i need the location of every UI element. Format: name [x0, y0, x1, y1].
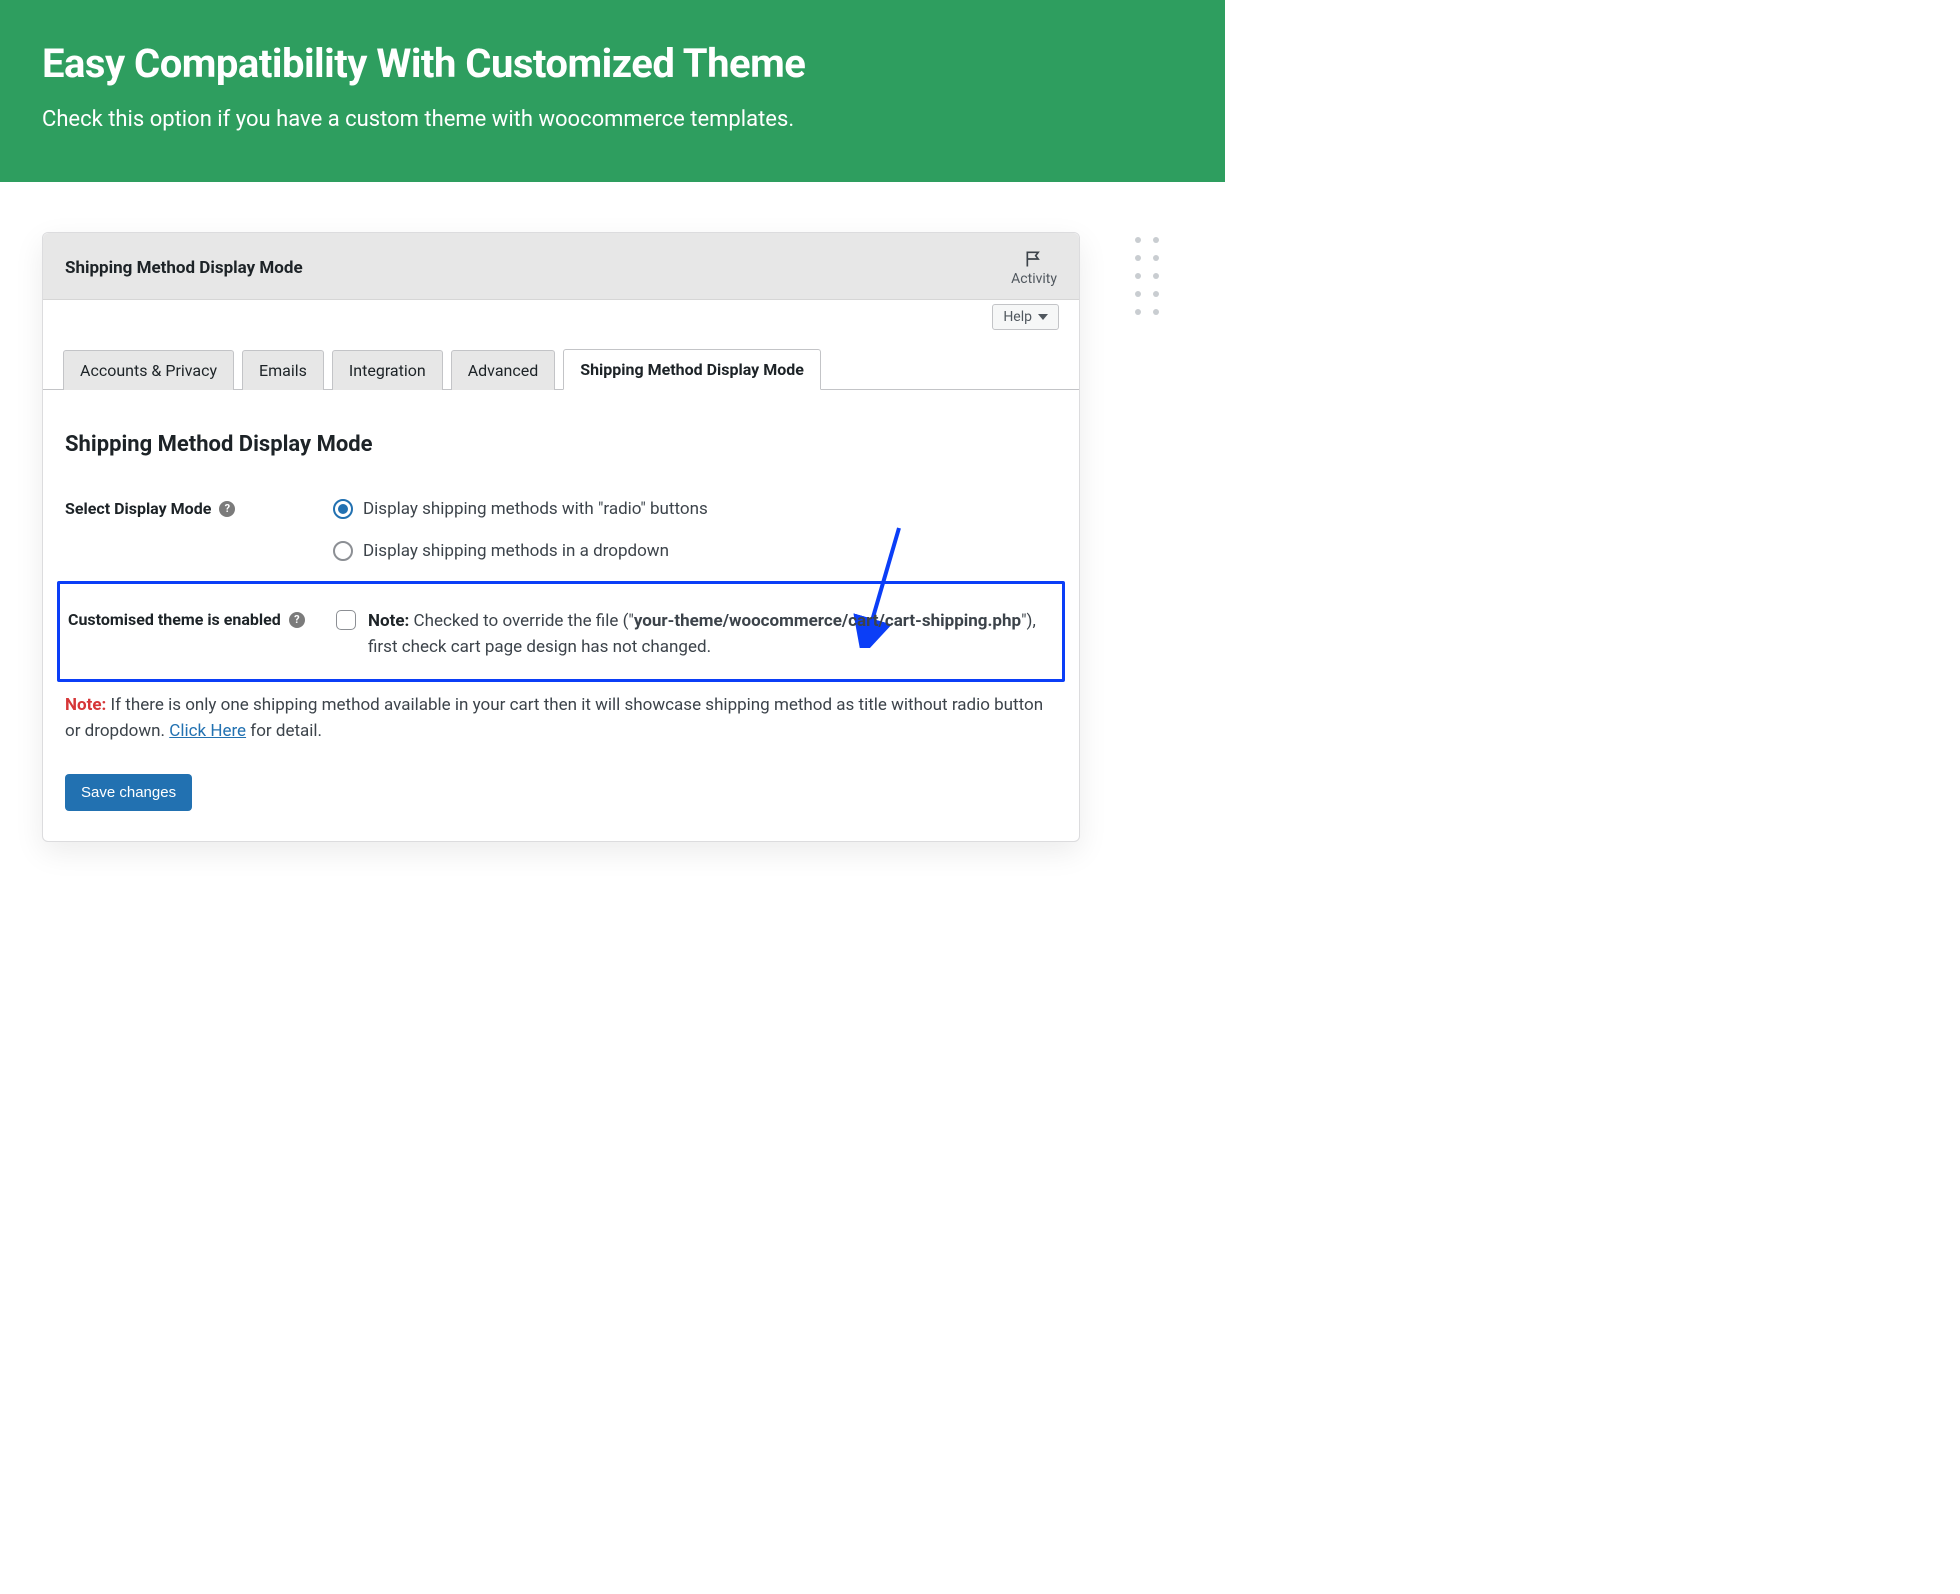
help-dropdown[interactable]: Help: [992, 304, 1059, 330]
section-heading: Shipping Method Display Mode: [65, 432, 1057, 457]
tab-advanced[interactable]: Advanced: [451, 350, 556, 390]
option-label: Display shipping methods with "radio" bu…: [363, 499, 708, 519]
settings-content: Shipping Method Display Mode Select Disp…: [43, 390, 1079, 841]
note-text-1: Checked to override the file (": [409, 611, 634, 631]
field-display-mode: Select Display Mode ? Display shipping m…: [65, 497, 1057, 561]
activity-button[interactable]: Activity: [1011, 249, 1057, 287]
save-changes-button[interactable]: Save changes: [65, 774, 192, 811]
display-mode-label: Select Display Mode ?: [65, 497, 319, 518]
tab-shipping-display-mode[interactable]: Shipping Method Display Mode: [563, 349, 821, 390]
decorative-dots: [1135, 237, 1159, 315]
footer-note: Note: If there is only one shipping meth…: [65, 692, 1057, 745]
display-mode-options: Display shipping methods with "radio" bu…: [333, 497, 708, 561]
radio-input-checked[interactable]: [333, 499, 353, 519]
custom-theme-checkbox[interactable]: [336, 610, 356, 630]
option-radio-buttons[interactable]: Display shipping methods with "radio" bu…: [333, 499, 708, 519]
custom-theme-label-text: Customised theme is enabled: [68, 610, 281, 629]
stage: Shipping Method Display Mode Activity He…: [0, 182, 1225, 882]
note-label: Note:: [65, 695, 106, 715]
highlighted-setting: Customised theme is enabled ? Note: Chec…: [57, 581, 1065, 682]
tab-emails[interactable]: Emails: [242, 350, 324, 390]
help-bar: Help: [43, 300, 1079, 330]
settings-panel: Shipping Method Display Mode Activity He…: [42, 232, 1080, 842]
hero-subtitle: Check this option if you have a custom t…: [42, 107, 1183, 132]
help-label: Help: [1003, 309, 1032, 325]
help-icon[interactable]: ?: [219, 501, 235, 517]
note-path: your-theme/woocommerce/cart/cart-shippin…: [634, 611, 1021, 631]
activity-label: Activity: [1011, 271, 1057, 287]
display-mode-label-text: Select Display Mode: [65, 499, 211, 518]
click-here-link[interactable]: Click Here: [169, 721, 246, 741]
custom-theme-control: Note: Checked to override the file ("you…: [336, 608, 1052, 661]
custom-theme-note: Note: Checked to override the file ("you…: [368, 608, 1052, 661]
custom-theme-label: Customised theme is enabled ?: [68, 608, 322, 629]
note-label: Note:: [368, 611, 409, 631]
option-dropdown[interactable]: Display shipping methods in a dropdown: [333, 541, 708, 561]
tab-accounts-privacy[interactable]: Accounts & Privacy: [63, 350, 234, 390]
option-label: Display shipping methods in a dropdown: [363, 541, 669, 561]
settings-tabs: Accounts & Privacy Emails Integration Ad…: [43, 330, 1079, 390]
note-body-2: for detail.: [246, 721, 322, 741]
help-icon[interactable]: ?: [289, 612, 305, 628]
panel-header: Shipping Method Display Mode Activity: [43, 233, 1079, 300]
radio-input[interactable]: [333, 541, 353, 561]
hero-banner: Easy Compatibility With Customized Theme…: [0, 0, 1225, 182]
field-custom-theme: Customised theme is enabled ? Note: Chec…: [68, 608, 1052, 661]
panel-title: Shipping Method Display Mode: [65, 258, 303, 278]
chevron-down-icon: [1038, 314, 1048, 320]
tab-integration[interactable]: Integration: [332, 350, 443, 390]
hero-title: Easy Compatibility With Customized Theme: [42, 40, 1183, 87]
flag-icon: [1024, 249, 1044, 269]
